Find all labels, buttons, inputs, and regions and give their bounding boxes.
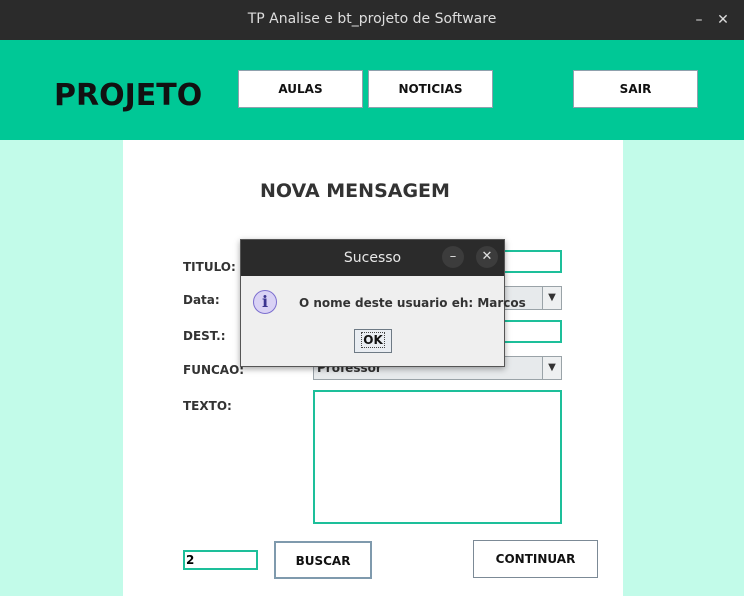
data-label: Data: — [183, 293, 220, 307]
chevron-down-icon[interactable]: ▼ — [542, 287, 561, 309]
info-icon: i — [253, 290, 277, 314]
dialog-title: Sucesso — [343, 250, 402, 266]
close-icon[interactable]: ✕ — [476, 246, 498, 268]
app-header: PROJETO AULAS NOTICIAS SAIR — [0, 40, 744, 140]
brand-title: PROJETO — [54, 78, 203, 113]
dialog-message: O nome deste usuario eh: Marcos — [299, 296, 526, 310]
continuar-button[interactable]: CONTINUAR — [473, 540, 598, 578]
texto-label: TEXTO: — [183, 399, 232, 413]
minimize-icon[interactable]: – — [688, 9, 710, 31]
window-titlebar: TP Analise e bt_projeto de Software – ✕ — [0, 0, 744, 40]
ok-button[interactable]: OK — [354, 329, 392, 353]
texto-textarea[interactable] — [313, 390, 562, 524]
form-title: NOVA MENSAGEM — [260, 180, 450, 202]
noticias-button[interactable]: NOTICIAS — [368, 70, 493, 108]
chevron-down-icon[interactable]: ▼ — [542, 357, 561, 379]
aulas-button[interactable]: AULAS — [238, 70, 363, 108]
dest-label: DEST.: — [183, 329, 226, 343]
minimize-icon[interactable]: – — [442, 246, 464, 268]
window-title: TP Analise e bt_projeto de Software — [247, 11, 497, 27]
titulo-label: TITULO: — [183, 260, 236, 274]
ok-label: OK — [361, 332, 385, 348]
dialog-titlebar: Sucesso – ✕ — [241, 240, 504, 276]
success-dialog: Sucesso – ✕ i O nome deste usuario eh: M… — [240, 239, 526, 367]
sair-button[interactable]: SAIR — [573, 70, 698, 108]
buscar-button[interactable]: BUSCAR — [274, 541, 372, 579]
search-input[interactable]: 2 — [183, 550, 258, 570]
message-form-panel: NOVA MENSAGEM TITULO: Data: ▼ DEST.: FUN… — [123, 140, 623, 596]
funcao-label: FUNCAO: — [183, 363, 245, 377]
close-icon[interactable]: ✕ — [712, 9, 734, 31]
